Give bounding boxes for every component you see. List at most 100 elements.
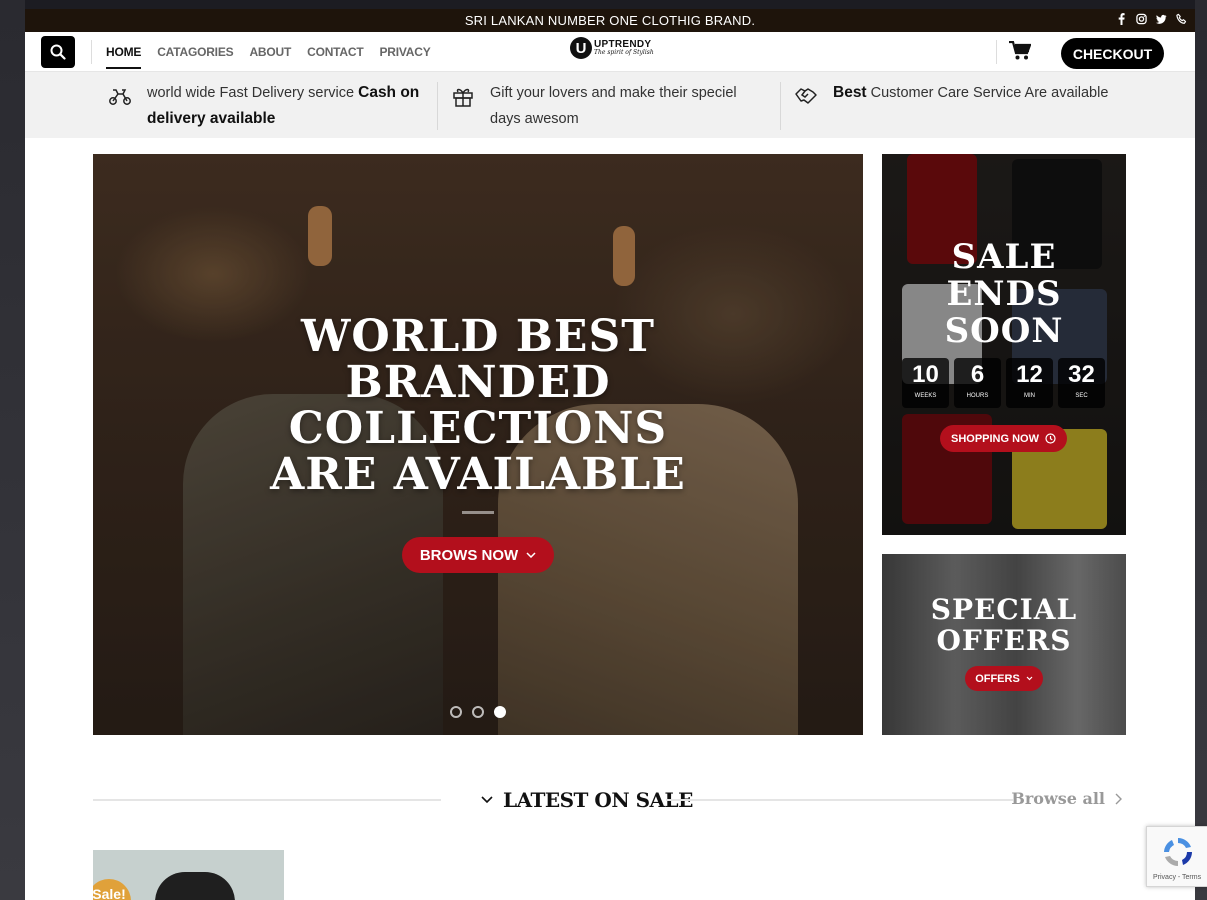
left-backdrop	[0, 0, 25, 900]
countdown-value: 6	[970, 361, 985, 388]
countdown-value: 12	[1016, 361, 1043, 388]
phone-icon[interactable]	[1176, 12, 1187, 26]
shopping-now-label: SHOPPING NOW	[950, 432, 1039, 445]
offers-title-line: OFFERS	[936, 624, 1072, 657]
shopping-now-button[interactable]: SHOPPING NOW	[940, 425, 1067, 452]
hero-title-line: ARE AVAILABLE	[270, 449, 686, 500]
hero-title-line: BRANDED	[345, 357, 611, 408]
browse-all-label: Browse all	[1011, 789, 1105, 808]
feature-gift: Gift your lovers and make their speciel d…	[451, 80, 737, 132]
countdown-min: 12 MIN	[1006, 358, 1053, 408]
scooter-icon	[109, 89, 131, 105]
sale-banner[interactable]: SALE ENDS SOON 10 WEEKS 6 HOURS 12 MIN 3…	[882, 154, 1126, 535]
chevron-down-icon	[526, 552, 536, 558]
search-icon	[50, 44, 66, 60]
logo-text: UPTRENDY The spirit of Stylish	[594, 40, 654, 56]
feature-gift-text: Gift your lovers and make their speciel d…	[490, 80, 737, 132]
countdown-sec: 32 SEC	[1058, 358, 1105, 408]
countdown-unit: HOURS	[966, 393, 989, 399]
feature-strip: world wide Fast Delivery service Cash on…	[25, 72, 1195, 138]
recaptcha-links[interactable]: Privacy - Terms	[1153, 874, 1201, 881]
countdown-unit: SEC	[1075, 393, 1088, 399]
social-links	[1116, 12, 1187, 26]
offers-title: SPECIAL OFFERS	[882, 594, 1126, 656]
sale-title-line: ENDS	[946, 274, 1062, 314]
hero-title-line: WORLD BEST	[301, 311, 655, 362]
slider-dot-active[interactable]	[494, 706, 506, 718]
slider-dots	[450, 706, 506, 718]
countdown-value: 10	[912, 361, 939, 388]
gift-icon	[453, 88, 473, 107]
site-logo[interactable]: U UPTRENDY The spirit of Stylish	[570, 37, 654, 59]
nav-privacy[interactable]: PRIVACY	[379, 45, 430, 59]
slider-dot[interactable]	[450, 706, 462, 718]
offers-label: OFFERS	[975, 672, 1020, 685]
chevron-down-icon	[1026, 676, 1033, 681]
countdown-hours: 6 HOURS	[954, 358, 1001, 408]
sale-title-line: SALE	[951, 237, 1057, 277]
chevron-down-icon	[481, 796, 493, 804]
feature-delivery-text: world wide Fast Delivery service Cash on…	[147, 80, 432, 132]
section-title: LATEST ON SALE	[481, 788, 693, 812]
feature-delivery-bold: Cash on	[358, 84, 420, 101]
announcement-text: SRI LANKAN NUMBER ONE CLOTHIG BRAND.	[464, 13, 756, 28]
brows-now-label: BROWS NOW	[419, 546, 519, 564]
nav-contact[interactable]: CONTACT	[307, 45, 364, 59]
product-card[interactable]: Sale!	[93, 850, 284, 900]
main-nav: HOME CATAGORIES ABOUT CONTACT PRIVACY	[106, 45, 447, 69]
twitter-icon[interactable]	[1156, 12, 1167, 26]
nav-about[interactable]: ABOUT	[249, 45, 291, 59]
page: SRI LANKAN NUMBER ONE CLOTHIG BRAND. HOM…	[25, 9, 1195, 900]
instagram-icon[interactable]	[1136, 12, 1147, 26]
hero-slider[interactable]: WORLD BEST BRANDED COLLECTIONS ARE AVAIL…	[93, 154, 863, 735]
countdown-value: 32	[1068, 361, 1095, 388]
logo-mark: U	[570, 37, 592, 59]
nav-home[interactable]: HOME	[106, 45, 142, 69]
section-rule	[666, 799, 1013, 801]
recaptcha-icon	[1164, 838, 1192, 866]
brows-now-button[interactable]: BROWS NOW	[402, 537, 554, 573]
hero-title: WORLD BEST BRANDED COLLECTIONS ARE AVAIL…	[93, 314, 863, 498]
feature-delivery: world wide Fast Delivery service Cash on…	[108, 80, 432, 132]
nav-catagories[interactable]: CATAGORIES	[157, 45, 233, 59]
product-image	[155, 872, 235, 900]
countdown-unit: MIN	[1024, 393, 1035, 399]
sale-badge: Sale!	[93, 879, 131, 900]
sale-title-line: SOON	[944, 311, 1064, 351]
offers-title-line: SPECIAL	[930, 593, 1078, 626]
site-header: HOME CATAGORIES ABOUT CONTACT PRIVACY U …	[25, 32, 1195, 72]
handshake-icon	[795, 88, 817, 104]
logo-tagline: The spirit of Stylish	[594, 49, 654, 56]
offers-banner[interactable]: SPECIAL OFFERS OFFERS	[882, 554, 1126, 735]
offers-button[interactable]: OFFERS	[965, 666, 1043, 691]
recaptcha-badge[interactable]: Privacy - Terms	[1146, 826, 1207, 887]
feature-delivery-line: world wide Fast Delivery service	[147, 85, 359, 101]
section-title-text: LATEST ON SALE	[503, 788, 693, 812]
search-button[interactable]	[41, 36, 75, 68]
slider-dot[interactable]	[472, 706, 484, 718]
browse-all-link[interactable]: Browse all	[1011, 789, 1122, 808]
countdown-unit: WEEKS	[914, 393, 937, 399]
facebook-icon[interactable]	[1116, 12, 1127, 26]
hero-divider	[462, 511, 494, 514]
feature-divider	[437, 82, 438, 130]
section-rule	[93, 799, 441, 801]
cart-button[interactable]	[1009, 40, 1032, 66]
feature-gift-line2: days awesom	[490, 111, 579, 127]
feature-gift-line1: Gift your lovers and make their speciel	[490, 85, 737, 101]
chevron-right-icon	[1115, 793, 1122, 804]
announcement-bar: SRI LANKAN NUMBER ONE CLOTHIG BRAND.	[25, 9, 1195, 32]
hero-title-line: COLLECTIONS	[288, 403, 668, 454]
feature-care: Best Customer Care Service Are available	[794, 80, 1108, 108]
header-divider	[996, 40, 997, 64]
right-backdrop	[1195, 0, 1207, 900]
feature-delivery-bold2: delivery available	[147, 110, 276, 127]
feature-care-bold: Best	[833, 84, 867, 101]
countdown-weeks: 10 WEEKS	[902, 358, 949, 408]
cart-icon	[1009, 40, 1032, 60]
latest-on-sale-header: LATEST ON SALE Browse all	[93, 784, 1126, 814]
feature-care-line: Customer Care Service Are available	[866, 85, 1109, 101]
feature-care-text: Best Customer Care Service Are available	[833, 80, 1108, 108]
checkout-button[interactable]: CHECKOUT	[1061, 38, 1164, 69]
clock-icon	[1045, 433, 1056, 444]
